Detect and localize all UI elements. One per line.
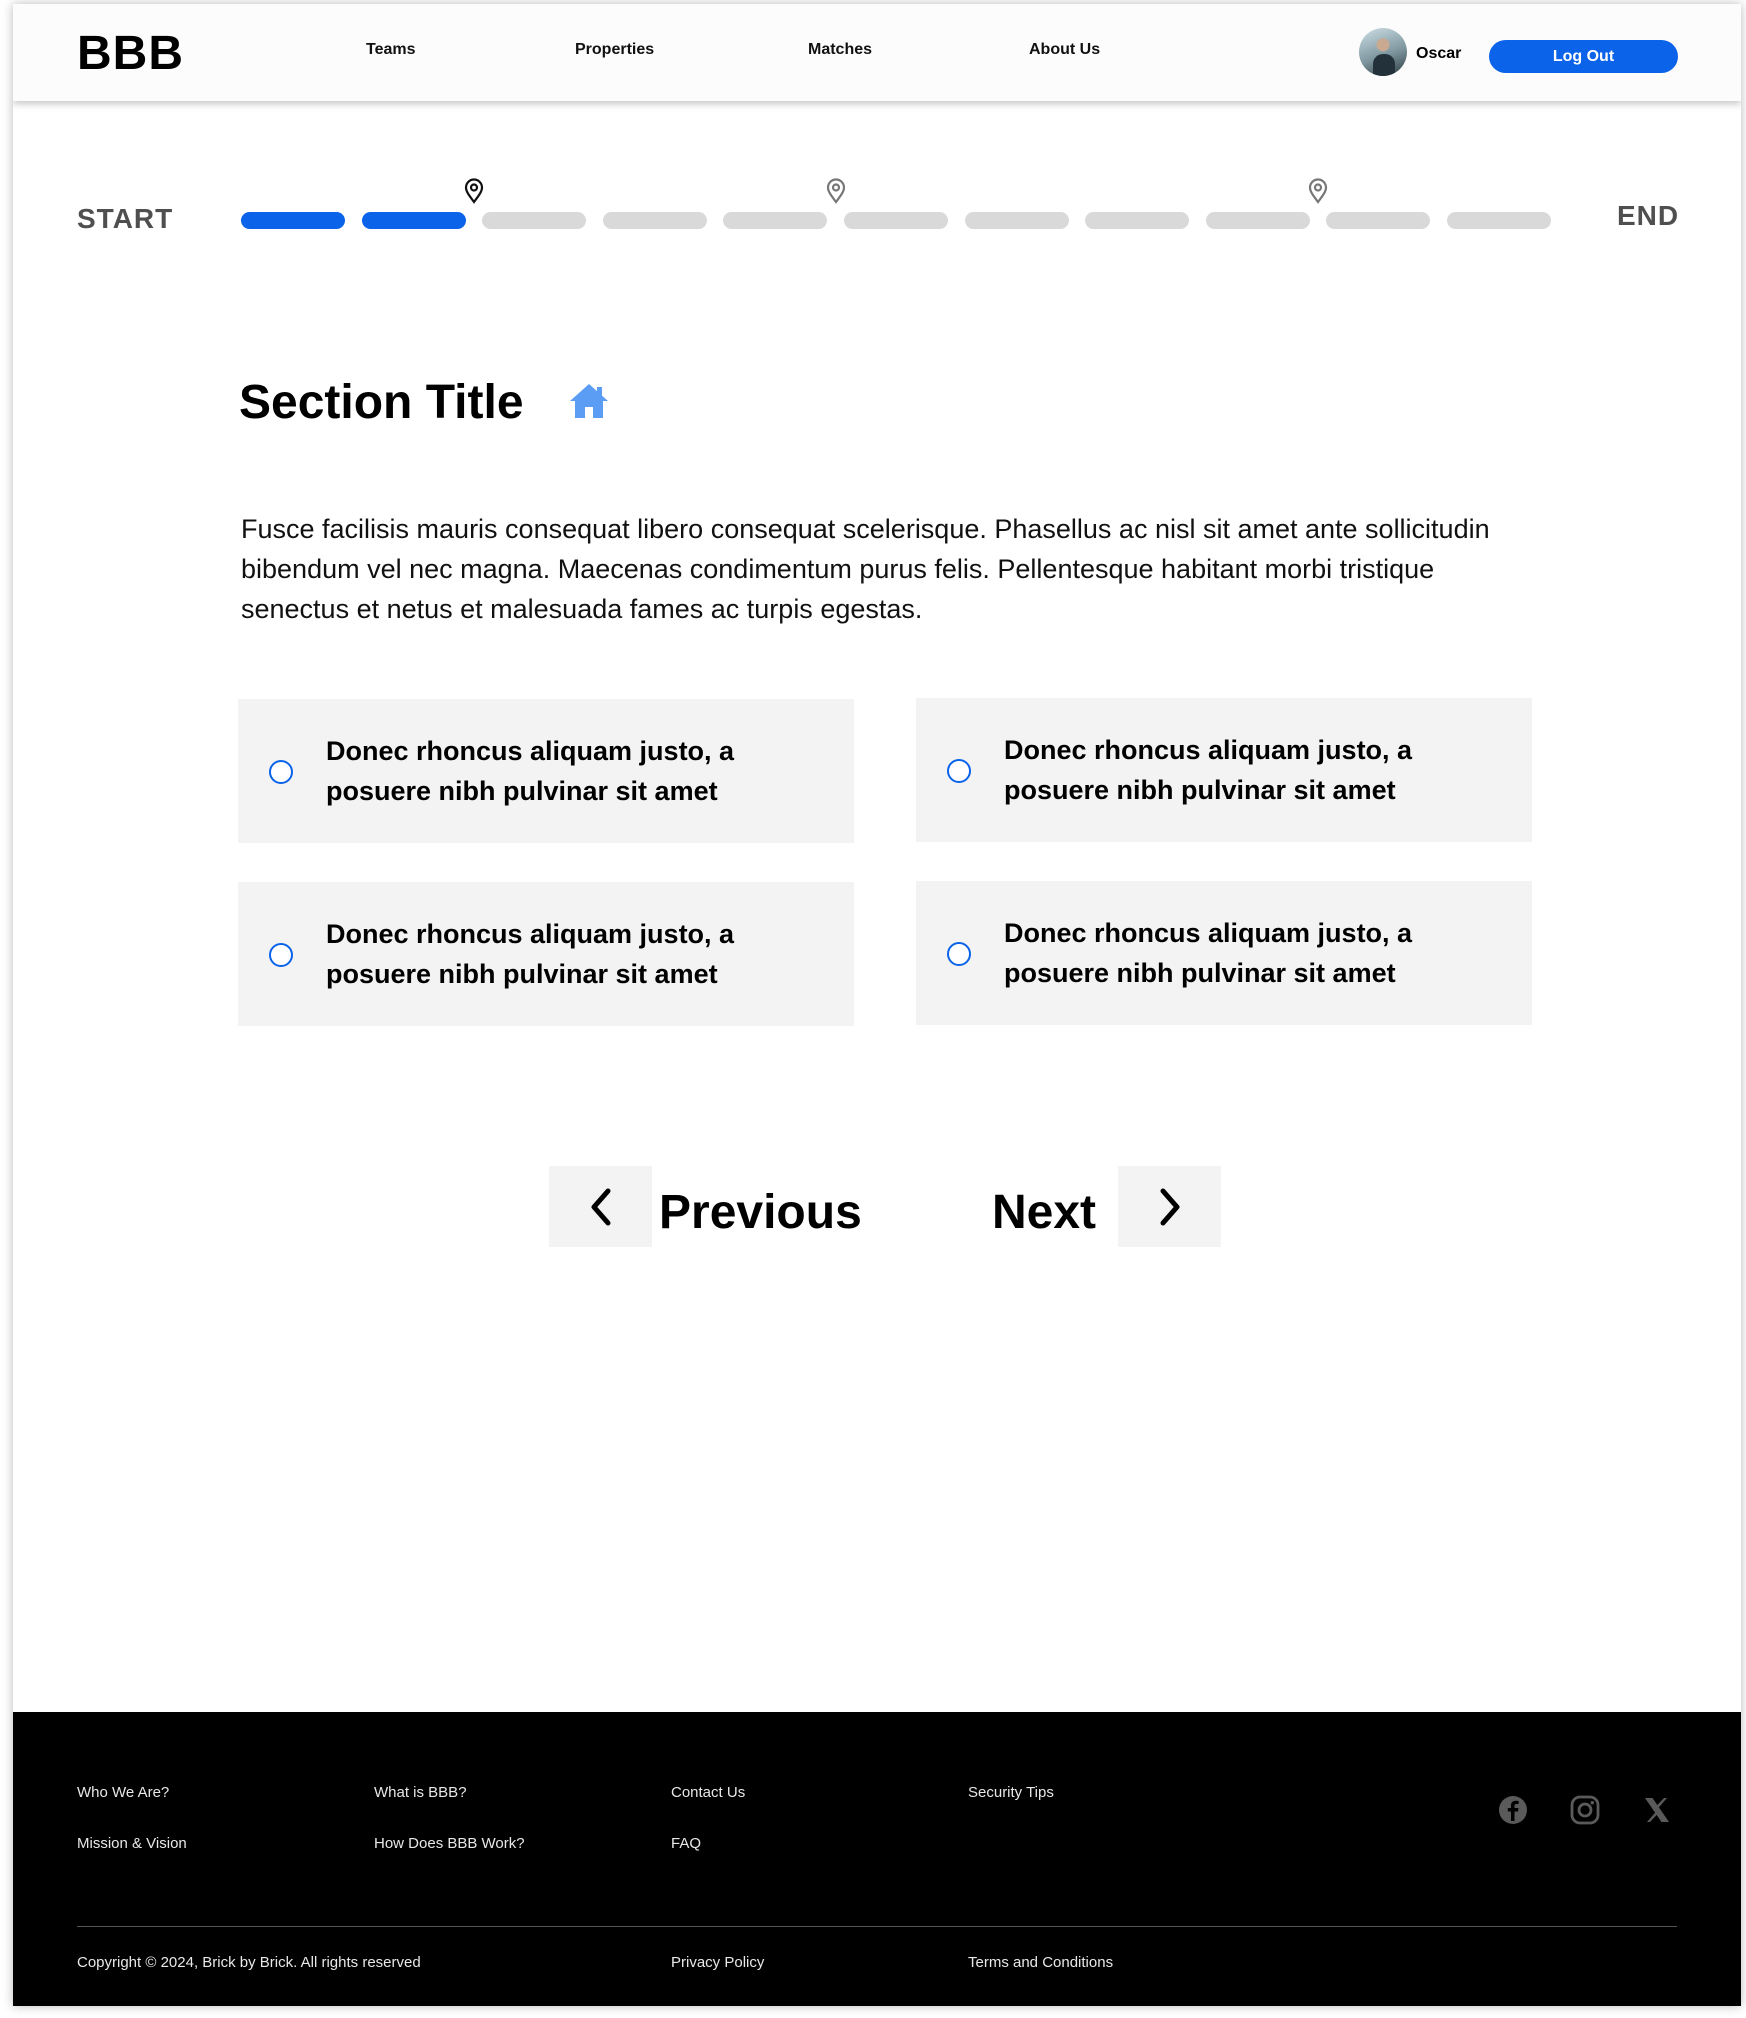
answer-option-4[interactable]: Donec rhoncus aliquam justo, a posuere n…	[916, 881, 1532, 1025]
answer-option-label: Donec rhoncus aliquam justo, a posuere n…	[326, 919, 735, 989]
progress-step	[361, 212, 466, 229]
x-icon[interactable]	[1641, 1794, 1673, 1826]
radio-button[interactable]	[269, 943, 293, 967]
answer-option-label: Donec rhoncus aliquam justo, a posuere n…	[326, 736, 735, 806]
footer-link-who-we-are[interactable]: Who We Are?	[77, 1784, 169, 1801]
nav-link-about-us[interactable]: About Us	[1029, 41, 1100, 59]
home-icon	[570, 384, 608, 418]
progress-step	[1326, 212, 1431, 229]
progress-step	[1447, 212, 1551, 229]
radio-button[interactable]	[269, 760, 293, 784]
facebook-icon[interactable]	[1497, 1794, 1529, 1826]
progress-step	[482, 212, 587, 229]
footer-link-what-is-bbb[interactable]: What is BBB?	[374, 1784, 467, 1801]
next-button[interactable]	[1118, 1166, 1221, 1247]
chevron-right-icon	[1160, 1188, 1179, 1225]
footer-link-faq[interactable]: FAQ	[671, 1835, 701, 1852]
section-paragraph: Fusce facilisis mauris consequat libero …	[241, 514, 1490, 624]
previous-label[interactable]: Previous	[659, 1185, 862, 1240]
brand-logo[interactable]: BBB	[77, 26, 184, 81]
user-avatar[interactable]	[1359, 28, 1407, 76]
answer-option-2[interactable]: Donec rhoncus aliquam justo, a posuere n…	[916, 698, 1532, 842]
progress-steps	[241, 212, 1551, 230]
answer-option-label: Donec rhoncus aliquam justo, a posuere n…	[1004, 918, 1413, 988]
progress-step	[723, 212, 828, 229]
chevron-left-icon	[591, 1188, 610, 1225]
footer-link-terms[interactable]: Terms and Conditions	[968, 1954, 1113, 1971]
nav-link-teams[interactable]: Teams	[366, 41, 416, 59]
progress-end-label: END	[1617, 200, 1680, 231]
answer-option-3[interactable]: Donec rhoncus aliquam justo, a posuere n…	[238, 882, 854, 1026]
section-title: Section Title	[239, 376, 524, 429]
previous-button[interactable]	[549, 1166, 652, 1247]
answer-option-1[interactable]: Donec rhoncus aliquam justo, a posuere n…	[238, 699, 854, 843]
location-pin-icon	[826, 178, 845, 204]
footer-link-mission-vision[interactable]: Mission & Vision	[77, 1835, 187, 1852]
footer-link-privacy-policy[interactable]: Privacy Policy	[671, 1954, 764, 1971]
radio-button[interactable]	[947, 942, 971, 966]
progress-step	[241, 212, 345, 229]
progress-step	[844, 212, 948, 229]
page-frame: BBB Teams Properties Matches About Us Os…	[13, 4, 1741, 2006]
progress-step	[964, 212, 1069, 229]
user-name[interactable]: Oscar	[1416, 45, 1461, 63]
top-navbar: BBB Teams Properties Matches About Us Os…	[13, 4, 1741, 101]
footer-divider	[77, 1926, 1677, 1927]
next-label[interactable]: Next	[992, 1185, 1096, 1240]
copyright-text: Copyright © 2024, Brick by Brick. All ri…	[77, 1954, 421, 1971]
radio-button[interactable]	[947, 759, 971, 783]
instagram-icon[interactable]	[1569, 1794, 1601, 1826]
footer-link-how-bbb-works[interactable]: How Does BBB Work?	[374, 1835, 525, 1852]
footer-link-security-tips[interactable]: Security Tips	[968, 1784, 1054, 1801]
progress-step	[1205, 212, 1310, 229]
progress-step	[602, 212, 707, 229]
answer-option-label: Donec rhoncus aliquam justo, a posuere n…	[1004, 735, 1413, 805]
footer-link-contact-us[interactable]: Contact Us	[671, 1784, 745, 1801]
logout-button[interactable]: Log Out	[1489, 40, 1678, 73]
footer: Who We Are? What is BBB? Contact Us Secu…	[13, 1712, 1741, 2006]
progress-step	[1085, 212, 1190, 229]
nav-link-matches[interactable]: Matches	[808, 41, 872, 59]
location-pin-icon	[464, 178, 483, 204]
location-pin-icon	[1308, 178, 1328, 204]
progress-start-label: START	[77, 203, 174, 234]
nav-link-properties[interactable]: Properties	[575, 41, 654, 59]
